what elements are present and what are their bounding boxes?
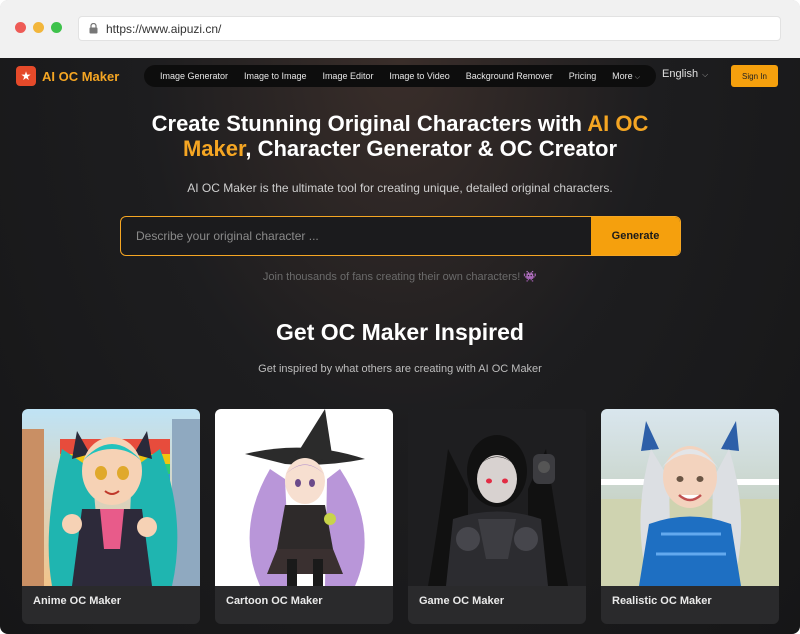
prompt-box: Generate bbox=[120, 216, 681, 256]
minimize-window-button[interactable] bbox=[33, 22, 44, 33]
menu-item-more[interactable]: More ⌵ bbox=[612, 71, 640, 82]
address-bar[interactable]: https://www.aipuzi.cn/ bbox=[78, 16, 781, 41]
cartoon-character-image bbox=[215, 409, 393, 586]
realistic-character-image bbox=[601, 409, 779, 586]
hero-title: Create Stunning Original Characters with… bbox=[150, 111, 650, 161]
menu-item-background-remover[interactable]: Background Remover bbox=[466, 71, 553, 81]
menu-item-image-generator[interactable]: Image Generator bbox=[160, 71, 228, 81]
hero-subtitle: AI OC Maker is the ultimate tool for cre… bbox=[187, 181, 613, 195]
url-text: https://www.aipuzi.cn/ bbox=[106, 21, 222, 36]
language-selector[interactable]: English ⌵ bbox=[662, 68, 708, 80]
page-content: ★ AI OC Maker Image Generator Image to I… bbox=[0, 58, 800, 634]
language-label: English bbox=[662, 68, 699, 80]
menu-item-image-editor[interactable]: Image Editor bbox=[322, 71, 373, 81]
maximize-window-button[interactable] bbox=[51, 22, 62, 33]
generate-button[interactable]: Generate bbox=[591, 217, 680, 255]
alien-emoji-icon: 👾 bbox=[523, 271, 538, 283]
hero-title-part2: , Character Generator & OC Creator bbox=[245, 136, 618, 161]
top-nav: ★ AI OC Maker Image Generator Image to I… bbox=[0, 58, 800, 96]
lock-icon bbox=[89, 23, 98, 34]
card-realistic[interactable]: Realistic OC Maker bbox=[601, 409, 779, 624]
anime-character-image bbox=[22, 409, 200, 586]
join-text: Join thousands of fans creating their ow… bbox=[150, 270, 650, 283]
menu-item-more-label: More bbox=[612, 70, 633, 81]
star-logo-icon: ★ bbox=[16, 66, 36, 86]
card-anime[interactable]: Anime OC Maker bbox=[22, 409, 200, 624]
card-game[interactable]: Game OC Maker bbox=[408, 409, 586, 624]
character-prompt-input[interactable] bbox=[121, 217, 592, 255]
menu-item-image-to-image[interactable]: Image to Image bbox=[244, 71, 307, 81]
card-label: Cartoon OC Maker bbox=[226, 595, 323, 607]
menu-item-pricing[interactable]: Pricing bbox=[569, 71, 597, 81]
chevron-down-icon: ⌵ bbox=[702, 70, 709, 79]
menu-item-image-to-video[interactable]: Image to Video bbox=[389, 71, 449, 81]
card-label: Game OC Maker bbox=[419, 595, 504, 607]
card-cartoon[interactable]: Cartoon OC Maker bbox=[215, 409, 393, 624]
join-text-label: Join thousands of fans creating their ow… bbox=[262, 271, 521, 283]
browser-window: https://www.aipuzi.cn/ ★ AI OC Maker Ima… bbox=[0, 0, 800, 634]
logo-text: AI OC Maker bbox=[42, 68, 120, 84]
browser-chrome: https://www.aipuzi.cn/ bbox=[0, 0, 800, 58]
hero-title-part1: Create Stunning Original Characters with bbox=[151, 111, 588, 136]
window-controls bbox=[15, 22, 62, 33]
game-character-image bbox=[408, 409, 586, 586]
sign-in-button[interactable]: Sign In bbox=[731, 65, 778, 87]
close-window-button[interactable] bbox=[15, 22, 26, 33]
section-subtitle: Get inspired by what others are creating… bbox=[258, 363, 542, 375]
site-logo[interactable]: ★ AI OC Maker bbox=[16, 66, 119, 86]
chevron-down-icon: ⌵ bbox=[634, 73, 640, 81]
card-label: Anime OC Maker bbox=[33, 595, 122, 607]
main-menu: Image Generator Image to Image Image Edi… bbox=[144, 65, 656, 87]
section-title: Get OC Maker Inspired bbox=[276, 319, 524, 345]
card-label: Realistic OC Maker bbox=[612, 595, 712, 607]
